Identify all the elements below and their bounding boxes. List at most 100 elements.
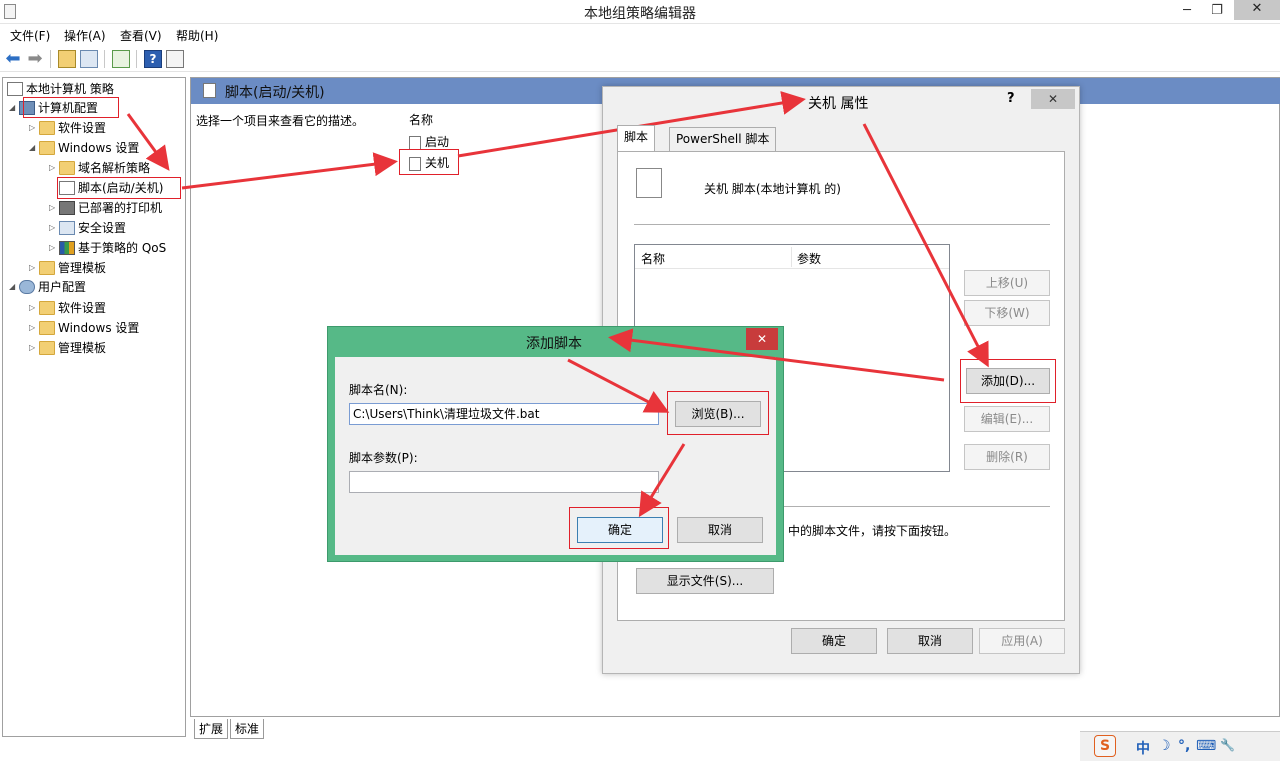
description-text: 选择一个项目来查看它的描述。 xyxy=(196,114,365,128)
maximize-button[interactable]: ❐ xyxy=(1204,2,1230,20)
column-header-name[interactable]: 名称 xyxy=(641,250,665,267)
tree-label: 已部署的打印机 xyxy=(78,201,163,215)
up-folder-icon[interactable] xyxy=(58,50,76,68)
toolbar-separator xyxy=(136,50,137,68)
tree-admin-templates[interactable]: ▷ 管理模板 xyxy=(29,259,106,277)
expand-icon[interactable]: ▷ xyxy=(29,299,39,317)
tree-qos[interactable]: ▷ 基于策略的 QoS xyxy=(49,239,166,257)
menu-view[interactable]: 查看(V) xyxy=(120,27,162,44)
tree-security[interactable]: ▷ 安全设置 xyxy=(49,219,126,237)
tree-label: Windows 设置 xyxy=(58,321,140,335)
column-header-name[interactable]: 名称 xyxy=(409,111,433,128)
remove-button[interactable]: 删除(R) xyxy=(964,444,1050,470)
tree-label: 管理模板 xyxy=(58,341,107,355)
sogou-logo-icon[interactable]: S xyxy=(1094,735,1116,757)
tree-dns-policy[interactable]: ▷ 域名解析策略 xyxy=(49,159,150,177)
annotation-box xyxy=(57,177,181,199)
ok-button[interactable]: 确定 xyxy=(791,628,877,654)
close-button[interactable]: ✕ xyxy=(1234,0,1280,20)
dialog-title: 添加脚本 xyxy=(526,336,582,352)
expand-icon[interactable]: ▷ xyxy=(29,259,39,277)
folder-icon xyxy=(39,261,55,275)
punctuation-icon[interactable]: °, xyxy=(1178,738,1190,754)
tree-printers[interactable]: ▷ 已部署的打印机 xyxy=(49,199,162,217)
move-up-button[interactable]: 上移(U) xyxy=(964,270,1050,296)
tab-extended[interactable]: 扩展 xyxy=(194,719,229,739)
annotation-box xyxy=(569,507,669,549)
expand-icon[interactable]: ▷ xyxy=(49,239,59,257)
expand-icon[interactable]: ▷ xyxy=(49,159,59,177)
show-files-button[interactable]: 显示文件(S)... xyxy=(636,568,774,594)
moon-icon[interactable]: ☽ xyxy=(1158,738,1171,754)
tree-root[interactable]: 本地计算机 策略 xyxy=(7,80,114,98)
users-icon xyxy=(19,280,35,294)
script-params-input[interactable] xyxy=(349,471,659,493)
dialog-close-button[interactable]: ✕ xyxy=(746,328,778,350)
tab-scripts[interactable]: 脚本 xyxy=(617,125,656,151)
result-pane-title: 脚本(启动/关机) xyxy=(225,85,325,101)
expand-icon[interactable]: ▷ xyxy=(49,219,59,237)
expand-icon[interactable]: ▷ xyxy=(29,119,39,137)
forward-arrow-icon[interactable]: ➡ xyxy=(26,50,44,68)
collapse-icon[interactable]: ◢ xyxy=(9,278,19,296)
toolbar-separator xyxy=(104,50,105,68)
settings-wrench-icon[interactable]: 🔧 xyxy=(1220,738,1235,752)
menu-bar: 文件(F) 操作(A) 查看(V) 帮助(H) xyxy=(0,24,1280,46)
minimize-button[interactable]: ─ xyxy=(1174,2,1200,20)
tree-user-admin[interactable]: ▷ 管理模板 xyxy=(29,339,106,357)
dialog-title: 关机 属性 xyxy=(808,96,869,112)
dialog-close-button[interactable]: ✕ xyxy=(1031,89,1075,109)
console-tree: 本地计算机 策略 ◢ 计算机配置 ▷ 软件设置 ◢ Windows 设置 ▷ 域名解析策… xyxy=(2,77,186,737)
divider xyxy=(634,224,1050,225)
show-tree-icon[interactable] xyxy=(80,50,98,68)
tree-windows-settings[interactable]: ◢ Windows 设置 xyxy=(29,139,139,157)
hint-text: 中的脚本文件，请按下面按钮。 xyxy=(788,524,957,538)
tree-label: Windows 设置 xyxy=(58,141,140,155)
properties-icon[interactable] xyxy=(166,50,184,68)
tab-powershell[interactable]: PowerShell 脚本 xyxy=(669,127,777,151)
ime-mode-chinese[interactable]: 中 xyxy=(1136,738,1150,758)
tree-label: 软件设置 xyxy=(58,301,107,315)
annotation-box xyxy=(960,359,1056,403)
printer-icon xyxy=(59,201,75,215)
tree-software-settings[interactable]: ▷ 软件设置 xyxy=(29,119,106,137)
back-arrow-icon[interactable]: ⬅ xyxy=(4,50,22,68)
collapse-icon[interactable]: ◢ xyxy=(29,139,39,157)
list-item-startup[interactable]: 启动 xyxy=(409,133,449,150)
expand-icon[interactable]: ▷ xyxy=(29,339,39,357)
export-list-icon[interactable] xyxy=(112,50,130,68)
tab-standard[interactable]: 标准 xyxy=(230,719,265,739)
title-bar: 本地组策略编辑器 ─ ❐ ✕ xyxy=(0,0,1280,24)
dialog-titlebar: 添加脚本 ✕ xyxy=(328,327,783,355)
dialog-body: 脚本名(N): C:\Users\Think\清理垃圾文件.bat 浏览(B).… xyxy=(335,357,776,555)
script-list-header: 名称 参数 xyxy=(635,245,949,269)
tree-user-software[interactable]: ▷ 软件设置 xyxy=(29,299,106,317)
add-script-dialog: 添加脚本 ✕ 脚本名(N): C:\Users\Think\清理垃圾文件.bat… xyxy=(327,326,784,562)
toolbar: ⬅ ➡ ? xyxy=(0,46,1280,72)
collapse-icon[interactable]: ◢ xyxy=(9,99,19,117)
cancel-button[interactable]: 取消 xyxy=(887,628,973,654)
help-icon[interactable]: ? xyxy=(144,50,162,68)
column-header-params[interactable]: 参数 xyxy=(797,250,821,267)
tree-user-windows[interactable]: ▷ Windows 设置 xyxy=(29,319,139,337)
script-icon xyxy=(203,83,216,98)
menu-help[interactable]: 帮助(H) xyxy=(176,27,218,44)
cancel-button[interactable]: 取消 xyxy=(677,517,763,543)
menu-action[interactable]: 操作(A) xyxy=(64,27,106,44)
expand-icon[interactable]: ▷ xyxy=(29,319,39,337)
script-name-input[interactable]: C:\Users\Think\清理垃圾文件.bat xyxy=(349,403,659,425)
tree-label: 用户配置 xyxy=(38,280,87,294)
script-name-label: 脚本名(N): xyxy=(349,383,408,397)
edit-button[interactable]: 编辑(E)... xyxy=(964,406,1050,432)
move-down-button[interactable]: 下移(W) xyxy=(964,300,1050,326)
ime-toolbar: S 中 ☽ °, ⌨ 🔧 xyxy=(1080,731,1280,761)
tree-user-config[interactable]: ◢ 用户配置 xyxy=(9,278,86,296)
folder-icon xyxy=(39,301,55,315)
menu-file[interactable]: 文件(F) xyxy=(10,27,50,44)
expand-icon[interactable]: ▷ xyxy=(49,199,59,217)
tree-label: 域名解析策略 xyxy=(78,161,151,175)
keyboard-icon[interactable]: ⌨ xyxy=(1196,738,1216,754)
help-button[interactable]: ? xyxy=(1007,91,1015,106)
apply-button[interactable]: 应用(A) xyxy=(979,628,1065,654)
script-params-label: 脚本参数(P): xyxy=(349,451,418,465)
